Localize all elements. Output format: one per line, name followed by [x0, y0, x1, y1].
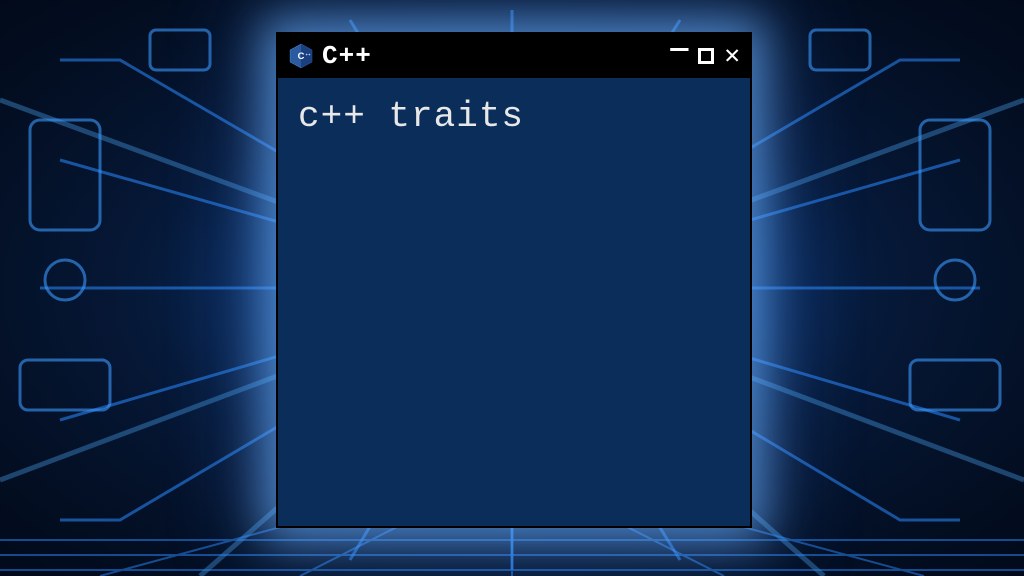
maximize-button[interactable] — [698, 48, 714, 64]
titlebar[interactable]: C + + C++ — ✕ — [278, 34, 750, 78]
close-button[interactable]: ✕ — [724, 43, 740, 69]
terminal-content[interactable]: c++ traits — [278, 78, 750, 155]
window-controls: — ✕ — [670, 41, 740, 71]
svg-text:C: C — [298, 51, 305, 61]
window-title: C++ — [322, 41, 662, 71]
svg-text:+: + — [308, 53, 310, 57]
svg-text:+: + — [306, 53, 308, 57]
minimize-button[interactable]: — — [670, 35, 688, 65]
terminal-text: c++ traits — [298, 96, 524, 137]
terminal-window: C + + C++ — ✕ c++ traits — [276, 32, 752, 528]
cpp-hexagon-icon: C + + — [288, 43, 314, 69]
